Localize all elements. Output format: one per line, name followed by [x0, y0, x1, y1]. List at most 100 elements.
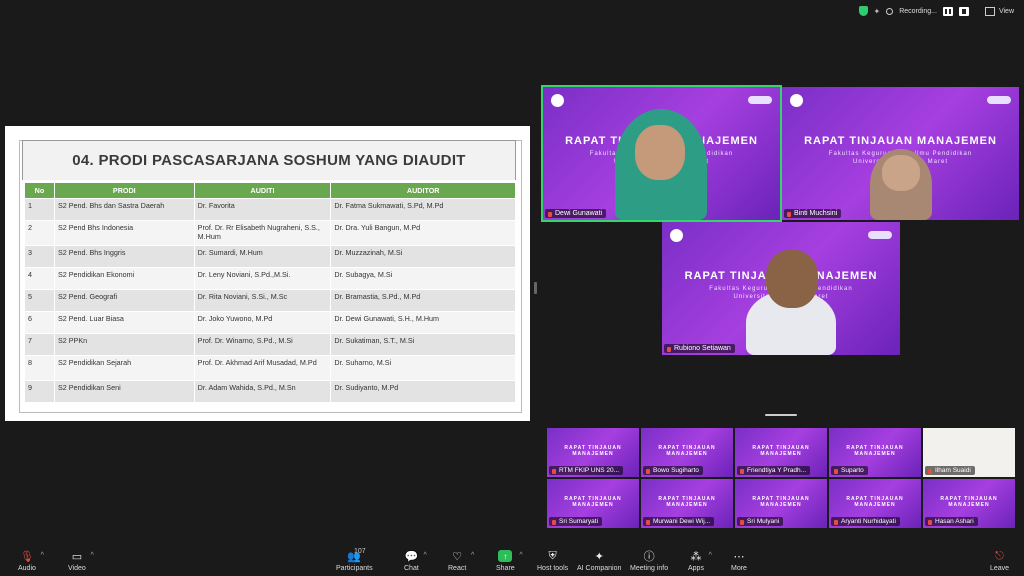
table-cell: Dr. Sumardi, M.Hum [193, 245, 332, 268]
ai-companion-icon: ✦ [594, 550, 604, 563]
chevron-up-icon[interactable]: ^ [519, 552, 522, 559]
split-view-handle[interactable] [534, 282, 537, 294]
participant-name-label: Murwani Dewi Wij... [643, 517, 715, 526]
table-cell: S2 Pend Bhs Indonesia [53, 220, 195, 246]
chevron-up-icon[interactable]: ^ [471, 552, 474, 559]
table-cell: Dr. Sudiyanto, M.Pd [330, 380, 516, 403]
table-cell: Dr. Sukatiman, S.T., M.Si [330, 333, 516, 356]
chevron-up-icon[interactable]: ^ [709, 552, 712, 559]
table-cell: Dr. Adam Wahida, S.Pd., M.Sn [193, 380, 332, 403]
participant-name-label: Friendtiya Y Pradh... [737, 466, 811, 475]
video-tile-small[interactable]: RAPAT TINJAUAN MANAJEMEN Bowo Sugiharto [641, 428, 733, 477]
shield-icon[interactable] [858, 6, 868, 16]
table-cell: S2 Pend. Luar Biasa [53, 311, 195, 334]
video-tile-small[interactable]: RAPAT TINJAUAN MANAJEMEN RTM FKIP UNS 20.… [547, 428, 639, 477]
meeting-toolbar: 🎙 Audio ^ ▭ Video ^ 👥 107 Participants 💬… [0, 542, 1024, 576]
leave-icon: ⎋ [995, 549, 1004, 562]
participants-button[interactable]: 👥 107 Participants [336, 548, 373, 572]
table-cell: 7 [24, 333, 55, 356]
video-tile-small[interactable]: RAPAT TINJAUAN MANAJEMEN Friendtiya Y Pra… [735, 428, 827, 477]
banner-badge [868, 231, 892, 239]
table-cell: 5 [24, 289, 55, 312]
chevron-up-icon[interactable]: ^ [41, 552, 44, 559]
gallery-divider[interactable] [765, 414, 797, 416]
table-cell: 9 [24, 380, 55, 403]
video-tile-small[interactable]: RAPAT TINJAUAN MANAJEMEN Aryanti Nurhiday… [829, 479, 921, 528]
table-cell: 4 [24, 267, 55, 290]
table-row: 2 S2 Pend Bhs Indonesia Prof. Dr. Rr Elisa… [24, 220, 516, 246]
participant-name-label: Dewi Gunawati [545, 209, 607, 218]
meeting-info-button[interactable]: ⓘ Meeting info [630, 550, 668, 572]
ai-companion-label: AI Companion [577, 565, 622, 572]
table-cell: Dr. Leny Noviani, S.Pd.,M.Si. [193, 267, 332, 290]
react-button[interactable]: ♡ React ^ [448, 550, 474, 573]
table-row: 9 S2 Pendidikan Seni Dr. Adam Wahida, S.Pd… [24, 380, 516, 403]
video-label: Video [68, 565, 86, 572]
table-cell: S2 Pendidikan Ekonomi [53, 267, 195, 290]
participant-name-label: Bowo Sugiharto [643, 466, 703, 475]
view-button[interactable]: View [984, 6, 1014, 16]
video-tile-small[interactable]: RAPAT TINJAUAN MANAJEMEN Sri Sumaryati [547, 479, 639, 528]
video-off-icon: ▭ [71, 550, 83, 563]
video-tile-small[interactable]: Ilham Suaidi [923, 428, 1015, 477]
participant-face [882, 155, 920, 191]
chevron-up-icon[interactable]: ^ [424, 552, 427, 559]
table-cell: Dr. Favorita [193, 198, 332, 221]
share-label: Share [496, 565, 515, 572]
video-tile-small[interactable]: RAPAT TINJAUAN MANAJEMEN Hasan Ashari [923, 479, 1015, 528]
table-cell: S2 PPKn [53, 333, 195, 356]
video-tile-dewi-gunawati[interactable]: RAPAT TINJAUAN MANAJEMEN Fakultas Keguru… [541, 85, 782, 222]
table-row: 3 S2 Pend. Bhs Inggris Dr. Sumardi, M.Hum D… [24, 245, 516, 268]
apps-button[interactable]: ⁂ Apps ^ [688, 550, 712, 573]
video-tile-small[interactable]: RAPAT TINJAUAN MANAJEMEN Suparto [829, 428, 921, 477]
table-cell: Dr. Rita Noviani, S.Si., M.Sc [193, 289, 332, 312]
more-button[interactable]: ⋯ More [731, 550, 747, 573]
top-bar: ✦ Recording... View [858, 6, 1014, 16]
video-button[interactable]: ▭ Video ^ [68, 550, 94, 573]
participant-name-label: Rubiono Setiawan [664, 344, 735, 353]
audio-button[interactable]: 🎙 Audio ^ [18, 550, 44, 573]
slide-title: 04. PRODI PASCASARJANA SOSHUM YANG DIAUD… [22, 140, 516, 180]
leave-button[interactable]: ⎋ Leave [990, 549, 1009, 573]
participant-name-label: Aryanti Nurhidayati [831, 517, 900, 526]
table-cell: S2 Pendidikan Seni [53, 380, 195, 403]
host-tools-icon: ⛨ [548, 549, 557, 562]
participant-name-label: Sri Sumaryati [549, 517, 603, 526]
participant-count: 107 [354, 548, 366, 555]
video-tile-small[interactable]: RAPAT TINJAUAN MANAJEMEN Sri Mulyani [735, 479, 827, 528]
table-row: 1 S2 Pend. Bhs dan Sastra Daerah Dr. Favor… [24, 198, 516, 221]
stop-icon[interactable] [958, 6, 969, 16]
table-cell: Dr. Fatma Sukmawati, S.Pd, M.Pd [330, 198, 516, 221]
background-title: RAPAT TINJAUAN MANAJEMEN [658, 496, 716, 508]
apps-icon: ⁂ [690, 550, 702, 563]
more-icon: ⋯ [733, 550, 745, 563]
pause-icon[interactable] [942, 6, 953, 16]
table-cell: Dr. Suharno, M.Si [330, 355, 516, 381]
table-cell: 1 [24, 198, 55, 221]
host-tools-button[interactable]: ⛨ Host tools [537, 549, 569, 573]
chat-button[interactable]: 💬 Chat ^ [404, 550, 427, 573]
participant-name-label: Sri Mulyani [737, 517, 784, 526]
video-tile-small[interactable]: RAPAT TINJAUAN MANAJEMEN Murwani Dewi Wij… [641, 479, 733, 528]
share-button[interactable]: ↑ Share ^ [496, 550, 523, 572]
host-tools-label: Host tools [537, 565, 569, 572]
mic-muted-icon: 🎙 [19, 550, 34, 563]
video-tile-rubiono-setiawan[interactable]: RAPAT TINJAUAN MANAJEMEN Fakultas Keguru… [662, 222, 900, 355]
participant-face [635, 125, 685, 180]
tile-banner [790, 93, 1011, 107]
banner-badge [987, 96, 1011, 104]
info-icon: ⓘ [643, 551, 655, 563]
ai-companion-button[interactable]: ✦ AI Companion [577, 550, 622, 573]
table-cell: Dr. Dewi Gunawati, S.H., M.Hum [330, 311, 516, 334]
video-tile-binti-muchsini[interactable]: RAPAT TINJAUAN MANAJEMEN Fakultas Keguru… [782, 87, 1019, 220]
chevron-up-icon[interactable]: ^ [90, 552, 93, 559]
table-cell: Prof. Dr. Akhmad Arif Musadad, M.Pd [193, 355, 332, 381]
participant-face [766, 250, 818, 308]
table-cell: Dr. Bramastia, S.Pd., M.Pd [330, 289, 516, 312]
participant-name-label: Binti Muchsini [784, 209, 842, 218]
table-cell: Dr. Muzzazinah, M.Si [330, 245, 516, 268]
sparkle-icon[interactable]: ✦ [874, 7, 881, 16]
table-cell: 3 [24, 245, 55, 268]
column-header: AUDITOR [330, 182, 516, 199]
chat-label: Chat [404, 565, 419, 572]
